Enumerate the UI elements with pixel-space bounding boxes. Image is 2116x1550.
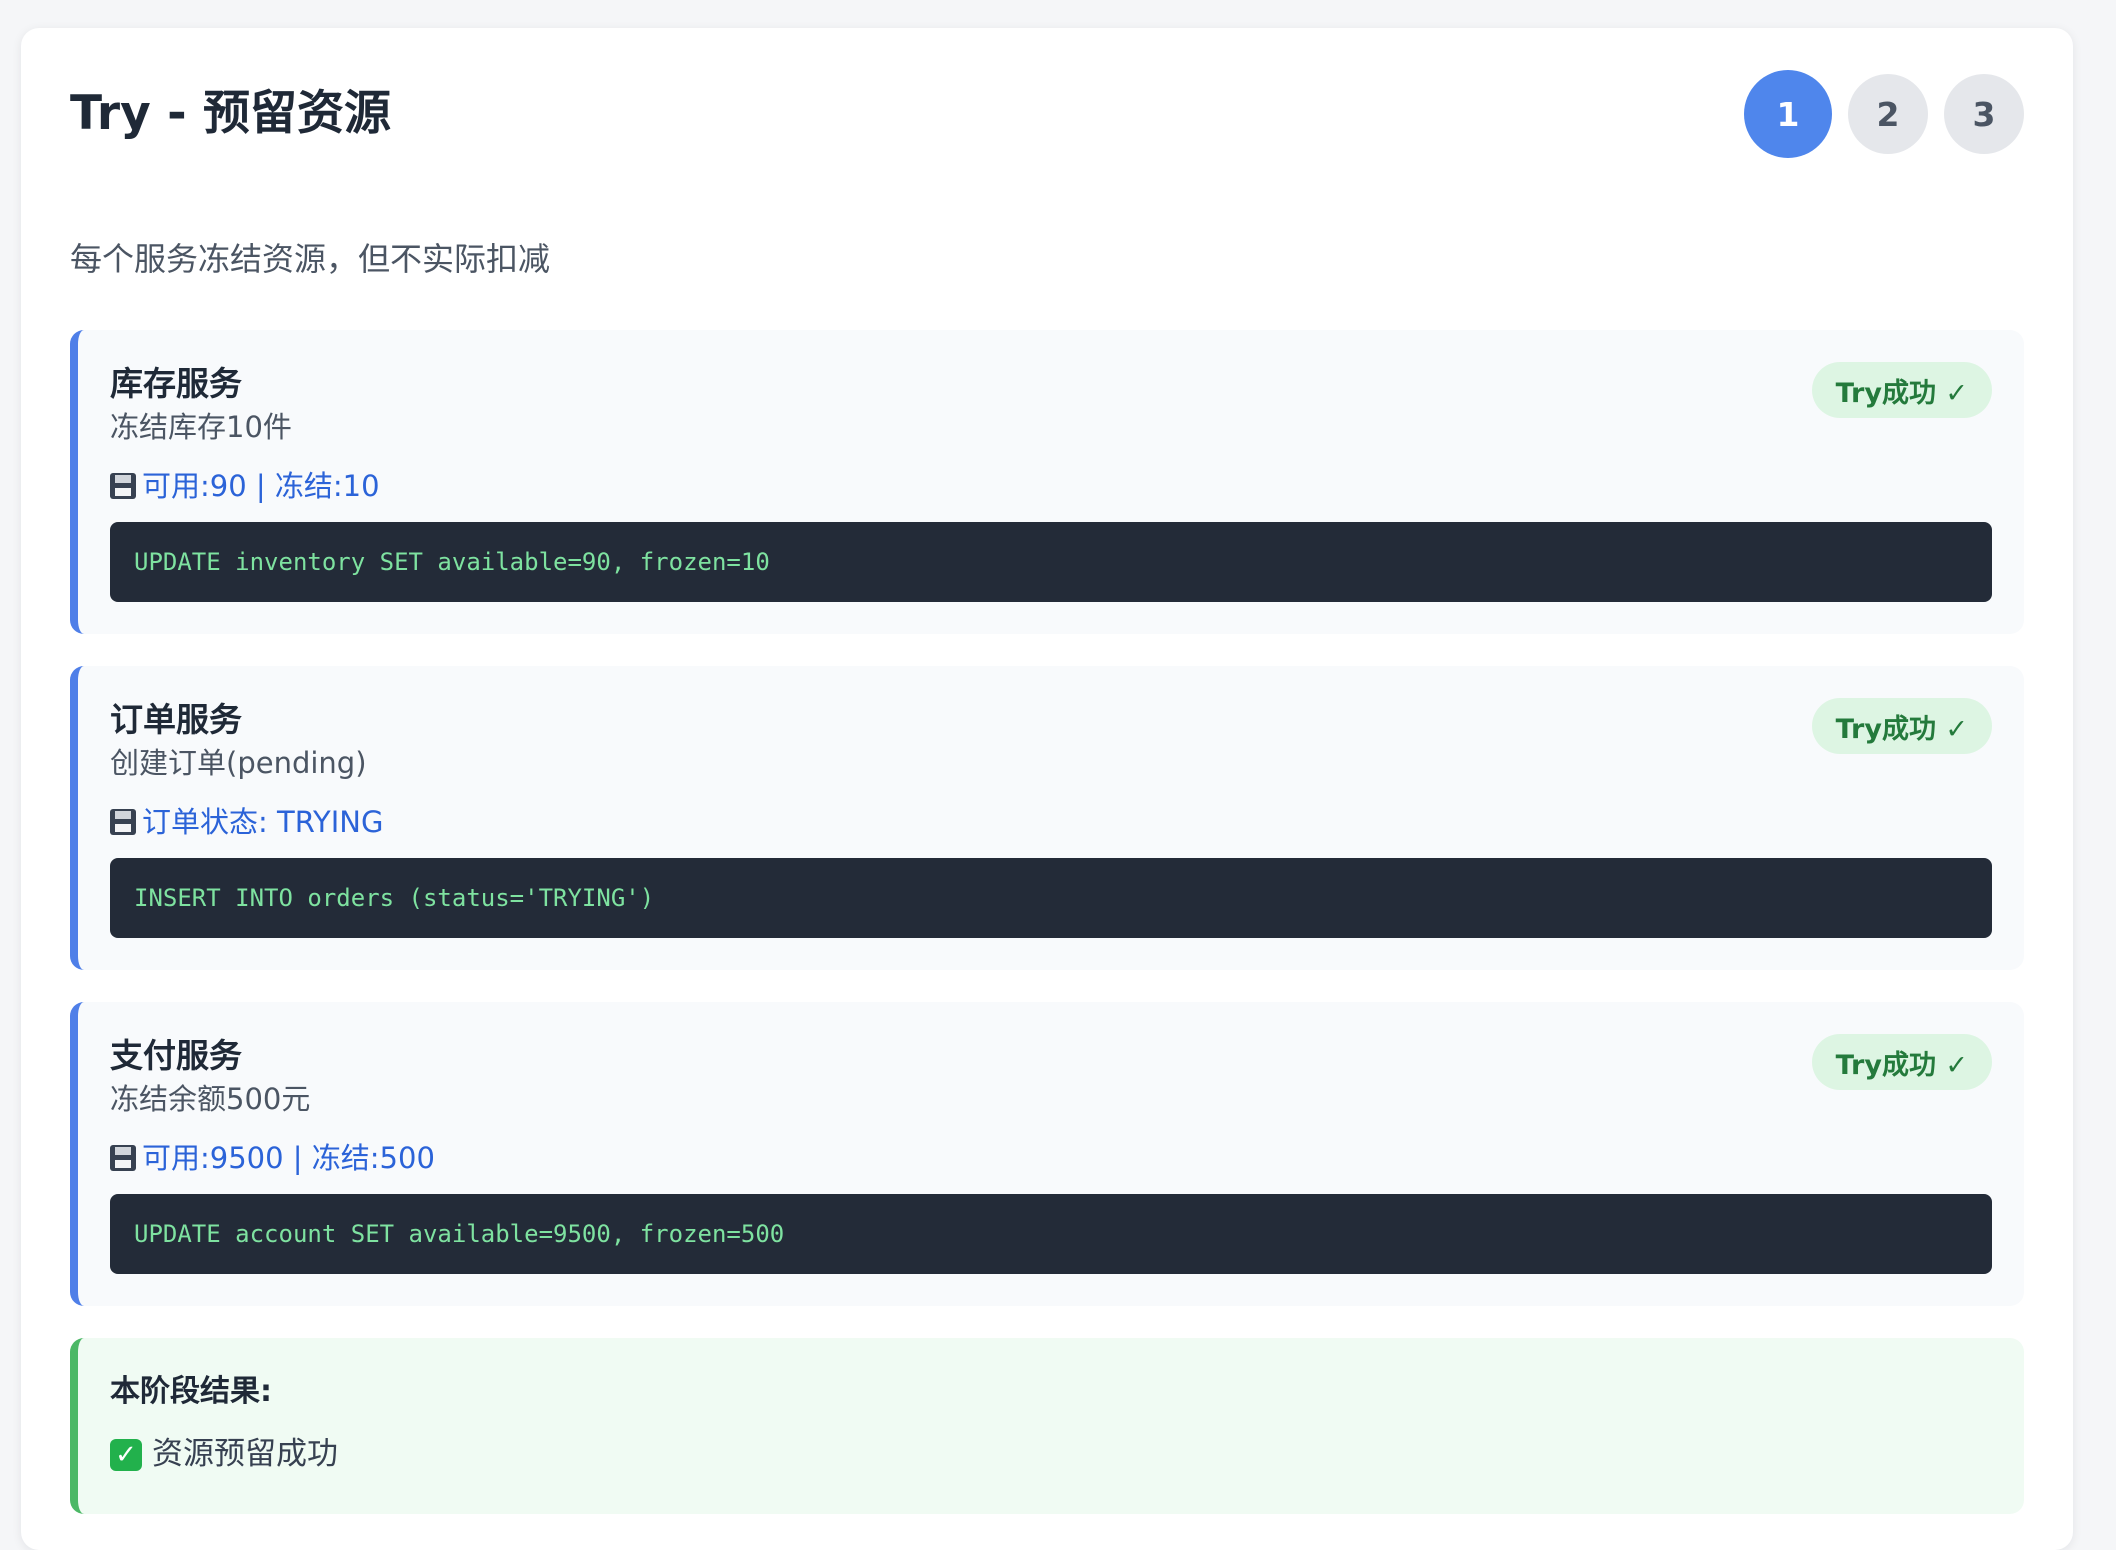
service-description: 冻结库存10件 — [110, 409, 292, 444]
service-card-order: 订单服务 创建订单(pending) 订单状态: TRYING INSERT I… — [70, 666, 2024, 971]
sql-code-block: UPDATE account SET available=9500, froze… — [110, 1193, 1992, 1274]
service-state: 订单状态: TRYING — [110, 805, 1992, 840]
service-list: 库存服务 冻结库存10件 可用:90 | 冻结:10 UPDATE invent… — [70, 330, 2024, 1307]
step-1-button[interactable]: 1 — [1744, 70, 1832, 158]
status-badge: Try成功 ✓ — [1811, 1034, 1992, 1091]
phase-header: Try - 预留资源 1 2 3 — [70, 28, 2024, 188]
service-state-text: 订单状态: TRYING — [142, 804, 384, 839]
result-item: ✓ 资源预留成功 — [110, 1436, 1992, 1473]
service-state-text: 可用:9500 | 冻结:500 — [142, 1140, 435, 1175]
result-item-text: 资源预留成功 — [152, 1436, 338, 1473]
phase-result-panel: 本阶段结果: ✓ 资源预留成功 — [70, 1338, 2024, 1515]
step-indicator: 1 2 3 — [1744, 70, 2024, 158]
check-mark-icon: ✓ — [110, 1438, 142, 1471]
step-2-button[interactable]: 2 — [1848, 74, 1928, 154]
service-name: 支付服务 — [110, 1036, 242, 1076]
sql-code-block: UPDATE inventory SET available=90, froze… — [110, 521, 1992, 602]
service-card-payment: 支付服务 冻结余额500元 可用:9500 | 冻结:500 UPDATE ac… — [70, 1002, 2024, 1307]
service-name: 订单服务 — [110, 700, 242, 740]
floppy-disk-icon — [110, 473, 136, 500]
step-3-button[interactable]: 3 — [1944, 74, 2024, 154]
sql-code-block: INSERT INTO orders (status='TRYING') — [110, 857, 1992, 938]
result-title: 本阶段结果: — [110, 1374, 272, 1410]
service-state: 可用:90 | 冻结:10 — [110, 469, 1992, 504]
service-state-text: 可用:90 | 冻结:10 — [142, 468, 380, 503]
phase-title: Try - 预留资源 — [70, 86, 391, 141]
tcc-phase-card: Try - 预留资源 1 2 3 每个服务冻结资源，但不实际扣减 库存服务 冻结… — [21, 28, 2073, 1550]
service-name: 库存服务 — [110, 364, 242, 404]
service-card-inventory: 库存服务 冻结库存10件 可用:90 | 冻结:10 UPDATE invent… — [70, 330, 2024, 635]
service-description: 冻结余额500元 — [110, 1081, 311, 1116]
phase-description: 每个服务冻结资源，但不实际扣减 — [70, 240, 551, 278]
floppy-disk-icon — [110, 1145, 136, 1172]
status-badge: Try成功 ✓ — [1811, 698, 1992, 755]
service-state: 可用:9500 | 冻结:500 — [110, 1141, 1992, 1176]
status-badge: Try成功 ✓ — [1811, 362, 1992, 419]
floppy-disk-icon — [110, 809, 136, 836]
service-description: 创建订单(pending) — [110, 745, 367, 780]
